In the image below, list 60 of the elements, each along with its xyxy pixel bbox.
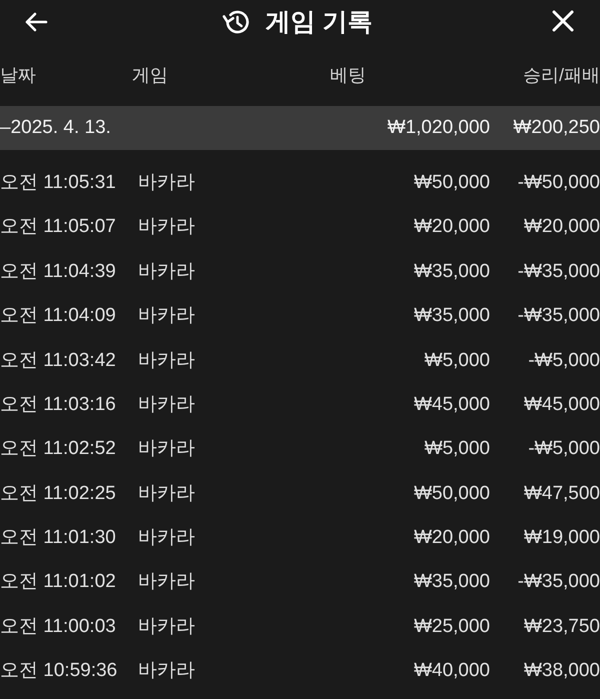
result-cell-text: ₩47,500 [524, 482, 600, 506]
history-icon [222, 9, 250, 35]
time-cell-text: 오전 11:02:52 [0, 437, 117, 462]
time-cell-text: 오전 11:04:09 [0, 304, 117, 328]
game-cell-text: 바카라 [138, 260, 195, 284]
time-cell-text: 오전 11:00:03 [0, 614, 117, 639]
bet-cell-text: ₩20,000 [414, 215, 490, 240]
game-cell-text: 바카라 [138, 392, 195, 417]
column-header: 베팅 [330, 64, 367, 86]
result-cell-text: -₩35,000 [518, 260, 600, 284]
game-cell-text: 바카라 [138, 437, 195, 462]
page-title: 게임 기록 [266, 10, 372, 34]
time-cell-text: 오전 11:01:30 [0, 526, 117, 550]
result-cell-text: ₩45,000 [524, 392, 600, 417]
game-cell-text: 바카라 [138, 570, 195, 594]
time-cell-text: 오전 11:05:07 [0, 215, 117, 240]
back-arrow-icon [24, 12, 48, 32]
bet-cell-text: ₩5,000 [424, 437, 490, 462]
bet-cell-text: ₩25,000 [414, 614, 490, 639]
game-cell-text: 바카라 [138, 482, 195, 506]
result-cell-text: ₩19,000 [524, 526, 600, 550]
result-cell-text: ₩38,000 [524, 659, 600, 684]
result-cell-text: -₩5,000 [528, 348, 600, 372]
result-cell-text: -₩50,000 [518, 170, 600, 195]
time-cell-text: 오전 11:04:39 [0, 260, 117, 284]
bet-cell-text: ₩45,000 [414, 392, 490, 417]
time-cell-text: 오전 11:03:16 [0, 392, 117, 417]
date-summary-row[interactable]: –2025. 4. 13. ₩1,020,000 ₩200,250 [0, 106, 600, 150]
time-cell-text: 오전 11:05:31 [0, 170, 117, 195]
time-cell-text: 오전 11:03:42 [0, 348, 117, 372]
game-cell-text: 바카라 [138, 614, 195, 639]
column-header: 게임 [132, 64, 169, 86]
result-cell-text: -₩35,000 [518, 570, 600, 594]
game-cell-text: 바카라 [138, 348, 195, 372]
game-cell-text: 바카라 [138, 304, 195, 328]
bet-cell-text: ₩50,000 [414, 170, 490, 195]
bet-cell-text: ₩20,000 [414, 526, 490, 550]
bet-total-cell-text: ₩1,020,000 [388, 116, 490, 140]
result-cell-text: -₩35,000 [518, 304, 600, 328]
result-total-cell-text: ₩200,250 [513, 116, 600, 140]
game-cell-text: 바카라 [138, 170, 195, 195]
bet-cell-text: ₩35,000 [414, 304, 490, 328]
bet-cell-text: ₩35,000 [414, 570, 490, 594]
result-cell-text: -₩5,000 [528, 437, 600, 462]
time-cell-text: 오전 11:01:02 [0, 570, 117, 594]
game-cell-text: 바카라 [138, 215, 195, 240]
game-cell-text: 바카라 [138, 659, 195, 684]
date-cell-text: –2025. 4. 13. [0, 116, 112, 140]
game-cell-text: 바카라 [138, 526, 195, 550]
bet-cell-text: ₩50,000 [414, 482, 490, 506]
close-icon [552, 10, 574, 32]
time-cell-text: 오전 11:02:25 [0, 482, 117, 506]
column-header: 날짜 [0, 64, 37, 86]
result-cell-text: ₩23,750 [524, 614, 600, 639]
column-header: 승리/패배 [522, 64, 600, 86]
bet-cell-text: ₩5,000 [424, 348, 490, 372]
bet-cell-text: ₩40,000 [414, 659, 490, 684]
result-cell-text: ₩20,000 [524, 215, 600, 240]
time-cell-text: 오전 10:59:36 [0, 659, 118, 684]
bet-cell-text: ₩35,000 [414, 260, 490, 284]
